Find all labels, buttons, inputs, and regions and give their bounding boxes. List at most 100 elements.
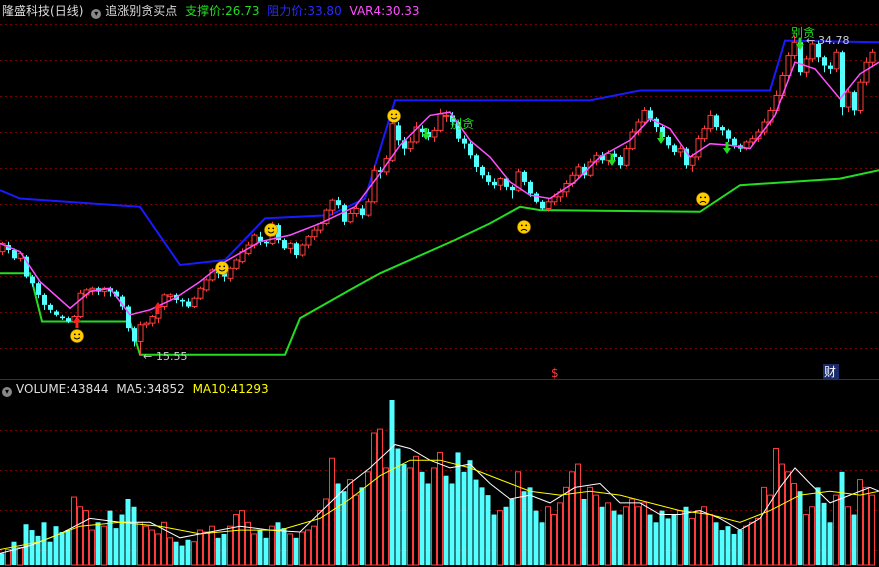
ma10-value: 41293: [230, 382, 269, 396]
volume-bar-up: [743, 525, 749, 566]
volume-bar-up: [83, 510, 89, 566]
volume-header: ▾ VOLUME:43844 MA5:34852 MA10:41293: [2, 381, 273, 397]
candle-body-down: [66, 318, 71, 322]
volume-bar-up: [563, 486, 569, 566]
greedy-label-1: 别贪: [450, 116, 474, 131]
volume-bar-up: [251, 533, 257, 566]
volume-bar-up: [635, 506, 641, 566]
volume-panel[interactable]: [0, 400, 879, 566]
price-header: 隆盛科技(日线) ▾ 追涨别贪买点 支撑价:26.73 阻力价:33.80 VAR…: [2, 3, 424, 19]
candle-body-down: [360, 208, 365, 216]
volume-bar-down: [281, 528, 287, 565]
chart-canvas[interactable]: ← 15.55 ← 34.78 别贪 别贪 $ 财: [0, 0, 879, 567]
volume-bar-up: [203, 531, 209, 566]
volume-bar-up: [71, 496, 77, 566]
volume-bar-down: [659, 510, 665, 565]
face-eye: [525, 224, 528, 227]
candle-body-down: [492, 181, 497, 186]
face-eye: [699, 196, 702, 199]
candle-body-down: [540, 201, 545, 209]
volume-menu-icon[interactable]: ▾: [2, 387, 12, 397]
candle-body-down: [474, 155, 479, 167]
high-price-value: 34.78: [818, 34, 850, 47]
stock-name[interactable]: 隆盛科技: [2, 4, 50, 18]
resistance-value: 33.80: [307, 4, 342, 18]
volume-bar-up: [863, 486, 869, 566]
candle-body-up: [545, 201, 552, 209]
volume-label[interactable]: VOLUME:: [16, 382, 70, 396]
volume-bar-down: [611, 510, 617, 565]
volume-bar-down: [797, 491, 803, 565]
candle-body-down: [186, 301, 191, 307]
volume-bar-up: [191, 541, 197, 566]
volume-bar-up: [311, 525, 317, 566]
volume-bar-up: [89, 529, 95, 566]
volume-bar-up: [77, 506, 83, 566]
volume-bar-up: [869, 494, 875, 566]
volume-bar-up: [299, 531, 305, 566]
volume-bar-down: [185, 539, 191, 565]
volume-bar-down: [491, 514, 497, 565]
candle-body-down: [828, 65, 833, 69]
price-panel[interactable]: [0, 35, 879, 356]
volume-bar-up: [587, 486, 593, 566]
candle-body-up: [371, 169, 378, 203]
volume-bar-down: [389, 400, 395, 565]
volume-bar-down: [53, 526, 59, 565]
resistance-line: [0, 39, 879, 267]
candle-body-down: [666, 137, 671, 146]
candle-body-down: [720, 127, 725, 131]
candle-body-down: [36, 283, 41, 295]
face-circle: [517, 220, 531, 234]
candle-body-down: [534, 193, 539, 202]
candle-body-up: [311, 229, 318, 238]
volume-bar-up: [605, 502, 611, 566]
volume-bar-down: [527, 487, 533, 565]
volume-bar-down: [401, 464, 407, 565]
volume-bar-down: [95, 522, 101, 565]
indicator-name[interactable]: 追涨别贪买点: [105, 4, 177, 18]
volume-bar-up: [569, 471, 575, 566]
volume-bar-down: [275, 522, 281, 565]
face-circle: [70, 329, 84, 343]
volume-bar-up: [785, 471, 791, 566]
candle-body-down: [462, 138, 467, 144]
ma5-label: MA5:: [116, 382, 147, 396]
indicator-menu-icon[interactable]: ▾: [91, 9, 102, 19]
volume-bar-down: [521, 491, 527, 565]
finance-marker[interactable]: 财: [824, 365, 836, 379]
dividend-marker[interactable]: $: [551, 366, 559, 380]
candle-body-up: [353, 207, 360, 214]
volume-bar-down: [713, 522, 719, 565]
volume-bar-down: [419, 471, 425, 565]
candle-body-down: [714, 115, 719, 128]
volume-bar-down: [449, 483, 455, 565]
ma10-label: MA10:: [192, 382, 231, 396]
low-price-label: ←: [143, 350, 152, 363]
candle-body-up: [575, 166, 582, 176]
volume-bar-up: [305, 529, 311, 566]
volume-bar-down: [815, 487, 821, 565]
signal-markers: [70, 38, 804, 343]
volume-bar-up: [833, 494, 839, 566]
volume-bar-down: [65, 530, 71, 565]
sad-face-icon: [696, 192, 710, 206]
candle-body-up: [845, 91, 852, 108]
smile-face-icon: [215, 261, 229, 275]
candle-body-up: [677, 148, 684, 153]
candle-body-down: [294, 243, 299, 256]
smile-face-icon: [70, 329, 84, 343]
candle-body-down: [510, 186, 515, 191]
volume-bar-down: [581, 499, 587, 565]
volume-bar-up: [287, 533, 293, 566]
volume-bar-up: [347, 479, 353, 566]
volume-bar-up: [149, 529, 155, 566]
volume-bar-up: [245, 521, 251, 566]
candle-body-up: [833, 51, 840, 70]
candle-body-down: [528, 181, 533, 194]
face-eye: [520, 224, 523, 227]
var4-label: VAR4:: [349, 4, 386, 18]
volume-bar-up: [575, 463, 581, 566]
volume-bar-down: [683, 506, 689, 565]
volume-bar-up: [557, 502, 563, 566]
